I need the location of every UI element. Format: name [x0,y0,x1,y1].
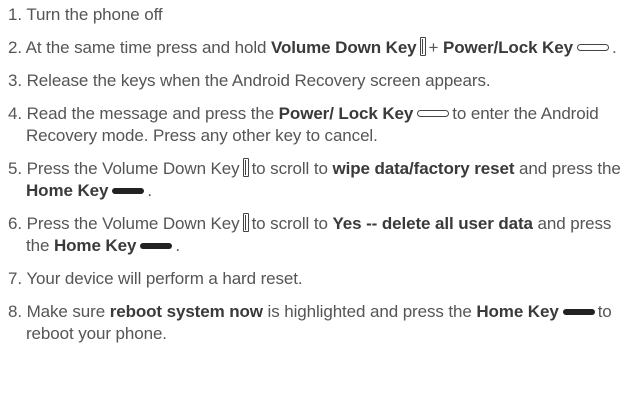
key-or-option-label: Home Key [26,181,109,200]
step-text: . [175,236,180,255]
key-or-option-label: Power/ Lock Key [278,104,414,123]
step-number: 4. [8,104,22,123]
instructions-page: 1. Turn the phone off 2. At the same time… [0,0,634,400]
step-number: 3. [8,71,22,90]
key-or-option-label: Home Key [476,302,559,321]
step-number: 1. [8,5,22,24]
volume-down-key-icon [419,37,426,56]
step-text: Your device will perform a hard reset. [26,269,303,288]
key-or-option-label: Yes -- delete all user data [332,214,533,233]
key-or-option-label: Power/Lock Key [443,38,573,57]
key-or-option-label: Volume Down Key [271,38,417,57]
home-key-icon [140,243,173,249]
step-item: 4. Read the message and press the Power/… [8,103,626,147]
step-number: 6. [8,214,22,233]
step-item: 8. Make sure reboot system now is highli… [8,301,626,345]
step-text: Press the Volume Down Key [26,214,240,233]
power-lock-key-icon [576,44,609,51]
home-key-icon [112,188,145,194]
step-text: is highlighted and press the [262,302,477,321]
home-key-icon [562,309,595,315]
key-or-option-label: Home Key [53,236,137,255]
step-text: . [611,38,617,57]
step-text: . [147,181,152,200]
step-item: 1. Turn the phone off [8,4,626,26]
step-text: Turn the phone off [26,5,163,24]
step-text: Make sure [26,302,110,321]
step-text: Press the Volume Down Key [26,159,240,178]
key-or-option-label: reboot system now [109,302,263,321]
step-text: At the same time press and hold [25,38,271,57]
step-item: 2. At the same time press and hold Volum… [8,37,626,59]
step-text: to scroll to [251,159,333,178]
step-text: Release the keys when the Android Recove… [26,71,491,90]
power-lock-key-icon [417,110,450,117]
step-number: 2. [8,38,22,57]
step-text: + [428,38,443,57]
step-text: Read the message and press the [26,104,279,123]
key-or-option-label: wipe data/factory reset [332,159,515,178]
step-item: 3. Release the keys when the Android Rec… [8,70,626,92]
step-number: 5. [8,159,22,178]
volume-down-key-icon [242,158,249,177]
step-item: 6. Press the Volume Down Key to scroll to… [8,213,626,257]
step-item: 5. Press the Volume Down Key to scroll to… [8,158,626,202]
volume-down-key-icon [242,213,249,232]
step-text: to scroll to [251,214,333,233]
hard-reset-steps-list: 1. Turn the phone off 2. At the same time… [8,4,626,345]
step-number: 8. [8,302,22,321]
step-text: and press the [514,159,621,178]
step-number: 7. [8,269,22,288]
step-item: 7. Your device will perform a hard reset… [8,268,626,290]
